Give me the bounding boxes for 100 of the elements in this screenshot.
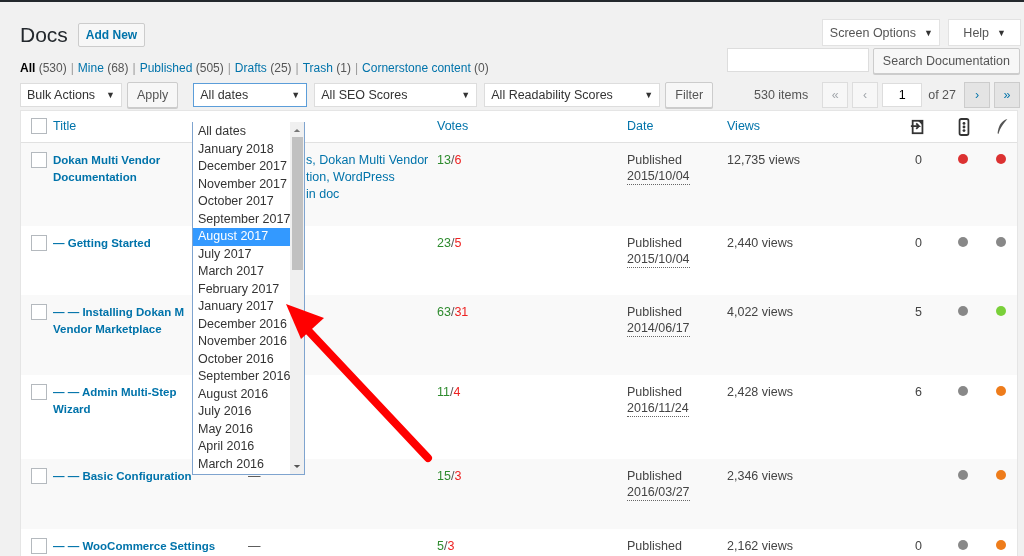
vote-count: 13/6: [437, 153, 462, 167]
dropdown-option[interactable]: October 2017: [193, 193, 291, 211]
post-status: Published: [627, 468, 682, 485]
empty-dash: —: [248, 538, 261, 555]
column-header[interactable]: Title: [53, 119, 77, 133]
column-header[interactable]: Date: [627, 119, 654, 133]
scrollbar[interactable]: [290, 122, 304, 474]
vote-count: 63/31: [437, 305, 469, 319]
status-filter-link[interactable]: Drafts (25): [234, 61, 292, 75]
row-checkbox[interactable]: [31, 304, 47, 320]
scroll-up-icon: [293, 128, 302, 133]
row-checkbox[interactable]: [31, 468, 47, 484]
post-title-link[interactable]: — Getting Started: [53, 235, 151, 252]
status-filter-link[interactable]: Trash (1): [302, 61, 351, 75]
page-title: Docs: [20, 22, 68, 48]
post-title-link[interactable]: — — Admin Multi-Step Wizard: [53, 384, 177, 418]
dropdown-option[interactable]: September 2017: [193, 210, 291, 228]
dropdown-option[interactable]: October 2016: [193, 350, 291, 368]
view-count: 2,428 views: [727, 385, 793, 399]
row-checkbox[interactable]: [31, 152, 47, 168]
dropdown-option[interactable]: April 2016: [193, 438, 291, 456]
search-field[interactable]: [726, 48, 869, 72]
publish-date: 2016/11/24: [627, 401, 689, 417]
readability-filter-select[interactable]: All Readability Scores ▼: [484, 83, 661, 107]
help-tab[interactable]: Help ▼: [949, 20, 1020, 45]
apply-button[interactable]: Apply: [127, 82, 179, 108]
item-count: 530 items: [754, 88, 809, 102]
dropdown-option[interactable]: November 2017: [193, 175, 291, 193]
status-filter-link[interactable]: Published (505): [139, 61, 224, 75]
dropdown-option[interactable]: March 2017: [193, 263, 291, 281]
view-count: 12,735 views: [727, 153, 800, 167]
dropdown-option[interactable]: All dates: [193, 123, 291, 141]
publish-date: 2016/03/27: [627, 485, 690, 501]
add-new-button[interactable]: Add New: [77, 23, 146, 47]
column-header[interactable]: Views: [727, 119, 761, 133]
publish-date: 2014/06/17: [627, 321, 690, 337]
status-filter-link[interactable]: All (530): [20, 61, 67, 75]
dropdown-option[interactable]: December 2017: [193, 158, 291, 176]
post-title-link[interactable]: — — Basic Configuration: [53, 468, 192, 485]
dropdown-option[interactable]: July 2017: [193, 245, 291, 263]
link-count: 0: [915, 236, 922, 250]
scrollbar-thumb[interactable]: [291, 137, 303, 270]
post-status: Published: [627, 538, 682, 555]
post-title-link[interactable]: Dokan Multi Vendor Documentation: [53, 152, 161, 186]
separator: |: [70, 61, 74, 75]
status-filter-link[interactable]: Cornerstone content (0): [362, 61, 489, 75]
post-status: Published: [627, 235, 682, 252]
link-count: 0: [915, 153, 922, 167]
dropdown-option[interactable]: May 2016: [193, 420, 291, 438]
page-number-field[interactable]: 1: [882, 83, 923, 107]
post-status: Published: [627, 152, 682, 169]
view-count: 2,440 views: [727, 236, 793, 250]
dropdown-option[interactable]: January 2017: [193, 298, 291, 316]
post-status: Published: [627, 384, 682, 401]
dropdown-option[interactable]: January 2018: [193, 140, 291, 158]
vote-count: 23/5: [437, 236, 462, 250]
post-title-link[interactable]: — — Installing Dokan M Vendor Marketplace: [53, 304, 184, 338]
separator: |: [132, 61, 136, 75]
dropdown-option[interactable]: July 2016: [193, 403, 291, 421]
next-page-button[interactable]: ›: [964, 82, 990, 108]
separator: |: [354, 61, 359, 75]
filter-button[interactable]: Filter: [665, 82, 714, 108]
date-dropdown-list[interactable]: [192, 122, 305, 475]
link-count: 6: [915, 385, 922, 399]
post-status: Published: [627, 304, 682, 321]
view-count: 4,022 views: [727, 305, 793, 319]
publish-date: 2015/10/04: [627, 169, 690, 185]
row-checkbox[interactable]: [31, 235, 47, 251]
link-count: 5: [915, 305, 922, 319]
view-count: 2,162 views: [727, 539, 793, 553]
traffic-light-icon: [956, 117, 972, 136]
screen-options-tab[interactable]: Screen Options ▼: [823, 20, 940, 45]
scroll-down-icon: [293, 464, 302, 469]
separator: |: [295, 61, 299, 75]
category-links[interactable]: s, Dokan Multi Vendor tion, WordPress in doc: [306, 152, 429, 203]
dropdown-option[interactable]: November 2016: [193, 333, 291, 351]
last-page-button[interactable]: »: [994, 82, 1020, 108]
post-title-link[interactable]: — — WooCommerce Settings: [53, 538, 216, 555]
bulk-actions-select[interactable]: Bulk Actions ▼: [20, 83, 122, 107]
dropdown-option[interactable]: September 2016: [193, 368, 291, 386]
vote-count: 5/3: [437, 539, 455, 553]
dropdown-option[interactable]: August 2016: [193, 385, 291, 403]
view-count: 2,346 views: [727, 469, 793, 483]
date-filter-select[interactable]: All dates ▼: [193, 83, 308, 107]
publish-date: 2015/10/04: [627, 252, 690, 268]
seo-filter-select[interactable]: All SEO Scores ▼: [314, 83, 478, 107]
vote-count: 15/3: [437, 469, 462, 483]
dropdown-option[interactable]: February 2017: [193, 280, 291, 298]
column-header[interactable]: Votes: [437, 119, 469, 133]
select-all-checkbox[interactable]: [31, 117, 47, 134]
vote-count: 11/4: [437, 385, 461, 399]
search-button[interactable]: Search Documentation: [872, 48, 1020, 74]
row-checkbox[interactable]: [31, 538, 47, 554]
dropdown-option[interactable]: December 2016: [193, 315, 291, 333]
link-count: 0: [915, 539, 922, 553]
status-filter-link[interactable]: Mine (68): [77, 61, 129, 75]
page-total: of 27: [928, 88, 956, 102]
row-checkbox[interactable]: [31, 384, 47, 400]
linked-page-icon: [910, 117, 926, 136]
separator: |: [227, 61, 231, 75]
